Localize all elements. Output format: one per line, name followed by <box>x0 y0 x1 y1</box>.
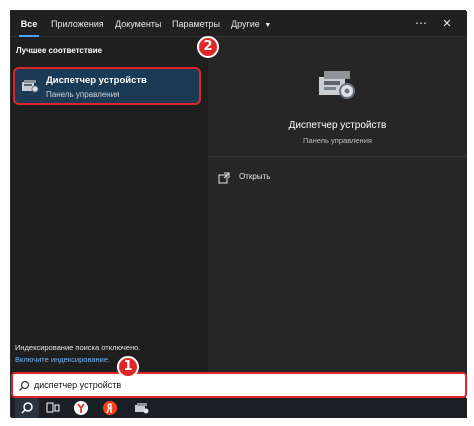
close-icon[interactable]: ✕ <box>437 11 457 37</box>
yandex-button[interactable] <box>98 398 122 418</box>
device-manager-icon <box>135 403 149 414</box>
yandex-browser-icon <box>74 401 88 415</box>
search-icon <box>21 402 33 414</box>
step-badge-1: 1 <box>117 356 139 378</box>
taskbar-search-button[interactable] <box>15 398 39 418</box>
indexing-disabled-note: Индексирование поиска отключено. <box>15 343 141 352</box>
search-input[interactable]: диспетчер устройств <box>34 380 121 390</box>
open-icon <box>218 172 230 184</box>
preview-subtitle: Панель управления <box>303 136 372 145</box>
search-window: Все Приложения Документы Параметры Други… <box>10 10 467 418</box>
device-manager-icon <box>22 80 39 93</box>
tab-apps[interactable]: Приложения <box>51 11 104 37</box>
best-match-result[interactable]: Диспетчер устройств Панель управления <box>13 67 201 105</box>
tab-all[interactable]: Все <box>15 11 43 37</box>
open-action-label: Открыть <box>239 172 271 181</box>
search-bar[interactable]: диспетчер устройств <box>11 372 467 398</box>
device-manager-icon <box>319 71 355 99</box>
task-view-icon <box>46 402 60 413</box>
best-match-title: Диспетчер устройств <box>46 75 147 86</box>
task-view-button[interactable] <box>41 398 65 418</box>
ellipsis-icon[interactable]: ⋯ <box>411 11 431 37</box>
device-manager-taskbar-button[interactable] <box>129 398 153 418</box>
yandex-icon <box>103 401 117 415</box>
results-pane: Лучшее соответствие Диспетчер устройств … <box>11 37 206 382</box>
search-tabs: Все Приложения Документы Параметры Други… <box>11 11 467 37</box>
yandex-browser-button[interactable] <box>69 398 93 418</box>
preview-pane: Диспетчер устройств Панель управления От… <box>208 37 467 382</box>
tab-other[interactable]: Другие ▼ <box>231 11 271 37</box>
tab-settings[interactable]: Параметры <box>172 11 220 37</box>
enable-indexing-link[interactable]: Включите индексирование. <box>15 355 110 364</box>
step-badge-2: 2 <box>197 36 219 58</box>
taskbar <box>11 398 467 418</box>
chevron-down-icon: ▼ <box>264 22 272 29</box>
search-icon <box>19 380 30 391</box>
divider <box>208 156 467 157</box>
best-match-heading: Лучшее соответствие <box>16 46 103 55</box>
tab-other-label: Другие <box>231 19 260 29</box>
preview-title: Диспетчер устройств <box>288 120 387 131</box>
best-match-subtitle: Панель управления <box>46 90 120 99</box>
tab-documents[interactable]: Документы <box>115 11 161 37</box>
